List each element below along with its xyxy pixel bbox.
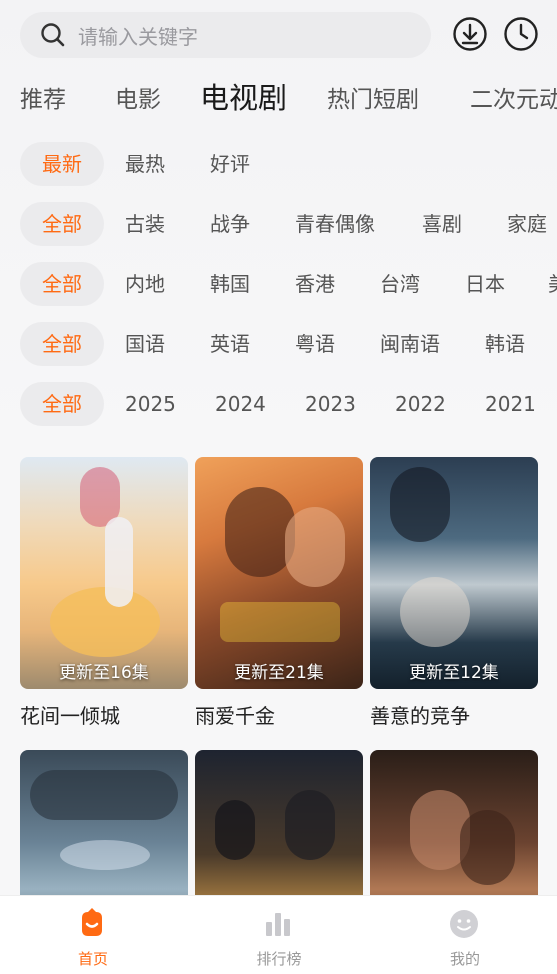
tab-tv-series[interactable]: 电视剧 <box>200 78 287 120</box>
tab-ranking[interactable]: 排行榜 <box>186 896 372 974</box>
download-icon[interactable] <box>452 16 488 52</box>
poster-image: 更新至16集 <box>20 457 188 689</box>
filter-sort-rated[interactable]: 好评 <box>210 142 250 186</box>
filter-row-genre: 全部 古装 战争 青春偶像 喜剧 家庭 <box>0 202 557 248</box>
show-title: 雨爱千金 <box>195 704 275 728</box>
tab-short-dramas[interactable]: 热门短剧 <box>327 78 419 122</box>
filter-year-item[interactable]: 2022 <box>395 382 446 426</box>
home-icon <box>82 908 102 936</box>
poster-image: 更新至12集 <box>370 457 538 689</box>
filter-year-item[interactable]: 2024 <box>215 382 266 426</box>
filter-region-item[interactable]: 内地 <box>125 262 165 306</box>
search-input[interactable]: 请输入关键字 <box>20 12 431 58</box>
bottom-tab-bar: 首页 排行榜 我的 <box>0 895 557 974</box>
filter-row-language: 全部 国语 英语 粤语 闽南语 韩语 <box>0 322 557 368</box>
tab-movies[interactable]: 电影 <box>115 78 161 122</box>
filter-genre-item[interactable]: 喜剧 <box>422 202 462 246</box>
tab-recommend[interactable]: 推荐 <box>20 78 66 122</box>
filter-region-item[interactable]: 香港 <box>295 262 335 306</box>
filter-row-sort: 最新 最热 好评 <box>0 142 557 188</box>
category-tabs: 推荐 电影 电视剧 热门短剧 二次元动 <box>0 78 557 126</box>
show-card[interactable]: 更新至12集 善意的竞争 <box>370 457 538 729</box>
show-title: 花间一倾城 <box>20 704 120 728</box>
update-badge: 更新至21集 <box>234 663 324 683</box>
tab-label: 我的 <box>449 950 480 968</box>
filter-genre-item[interactable]: 战争 <box>210 202 250 246</box>
filter-row-region: 全部 内地 韩国 香港 台湾 日本 美 <box>0 262 557 308</box>
filter-region-item[interactable]: 台湾 <box>380 262 420 306</box>
filter-year-item[interactable]: 2021 <box>485 382 536 426</box>
filter-genre-item[interactable]: 古装 <box>125 202 165 246</box>
filter-row-year: 全部 2025 2024 2023 2022 2021 <box>0 382 557 428</box>
update-badge: 更新至12集 <box>409 663 499 683</box>
tab-home[interactable]: 首页 <box>0 896 186 974</box>
filter-genre-item[interactable]: 青春偶像 <box>295 202 375 246</box>
ranking-icon <box>266 913 290 936</box>
filter-region-item[interactable]: 美 <box>548 262 557 306</box>
filter-language-item[interactable]: 粤语 <box>295 322 335 366</box>
filter-region-item[interactable]: 日本 <box>465 262 505 306</box>
history-icon[interactable] <box>503 16 539 52</box>
show-title: 善意的竞争 <box>370 704 470 728</box>
profile-icon <box>450 910 478 938</box>
filter-year-item[interactable]: 2025 <box>125 382 176 426</box>
search-placeholder: 请输入关键字 <box>78 24 198 49</box>
filter-language-item[interactable]: 国语 <box>125 322 165 366</box>
update-badge: 更新至16集 <box>59 663 149 683</box>
show-card[interactable]: 更新至16集 花间一倾城 <box>20 457 188 729</box>
filter-year-item[interactable]: 2023 <box>305 382 356 426</box>
filter-language-item[interactable]: 韩语 <box>485 322 525 366</box>
tab-label: 排行榜 <box>256 950 302 968</box>
filter-language-item[interactable]: 闽南语 <box>380 322 440 366</box>
tab-anime[interactable]: 二次元动 <box>470 78 557 122</box>
poster-image: 更新至21集 <box>195 457 363 689</box>
filter-language-item[interactable]: 英语 <box>210 322 250 366</box>
filter-region-all[interactable]: 全部 <box>20 262 104 306</box>
filter-year-all[interactable]: 全部 <box>20 382 104 426</box>
filter-language-all[interactable]: 全部 <box>20 322 104 366</box>
show-card[interactable]: 更新至21集 雨爱千金 <box>195 457 363 729</box>
filter-genre-all[interactable]: 全部 <box>20 202 104 246</box>
tab-profile[interactable]: 我的 <box>372 896 557 974</box>
filter-genre-item[interactable]: 家庭 <box>507 202 547 246</box>
search-icon <box>41 23 65 47</box>
filter-sort-latest[interactable]: 最新 <box>20 142 104 186</box>
filter-sort-hot[interactable]: 最热 <box>125 142 165 186</box>
filter-region-item[interactable]: 韩国 <box>210 262 250 306</box>
tab-label: 首页 <box>77 950 108 968</box>
